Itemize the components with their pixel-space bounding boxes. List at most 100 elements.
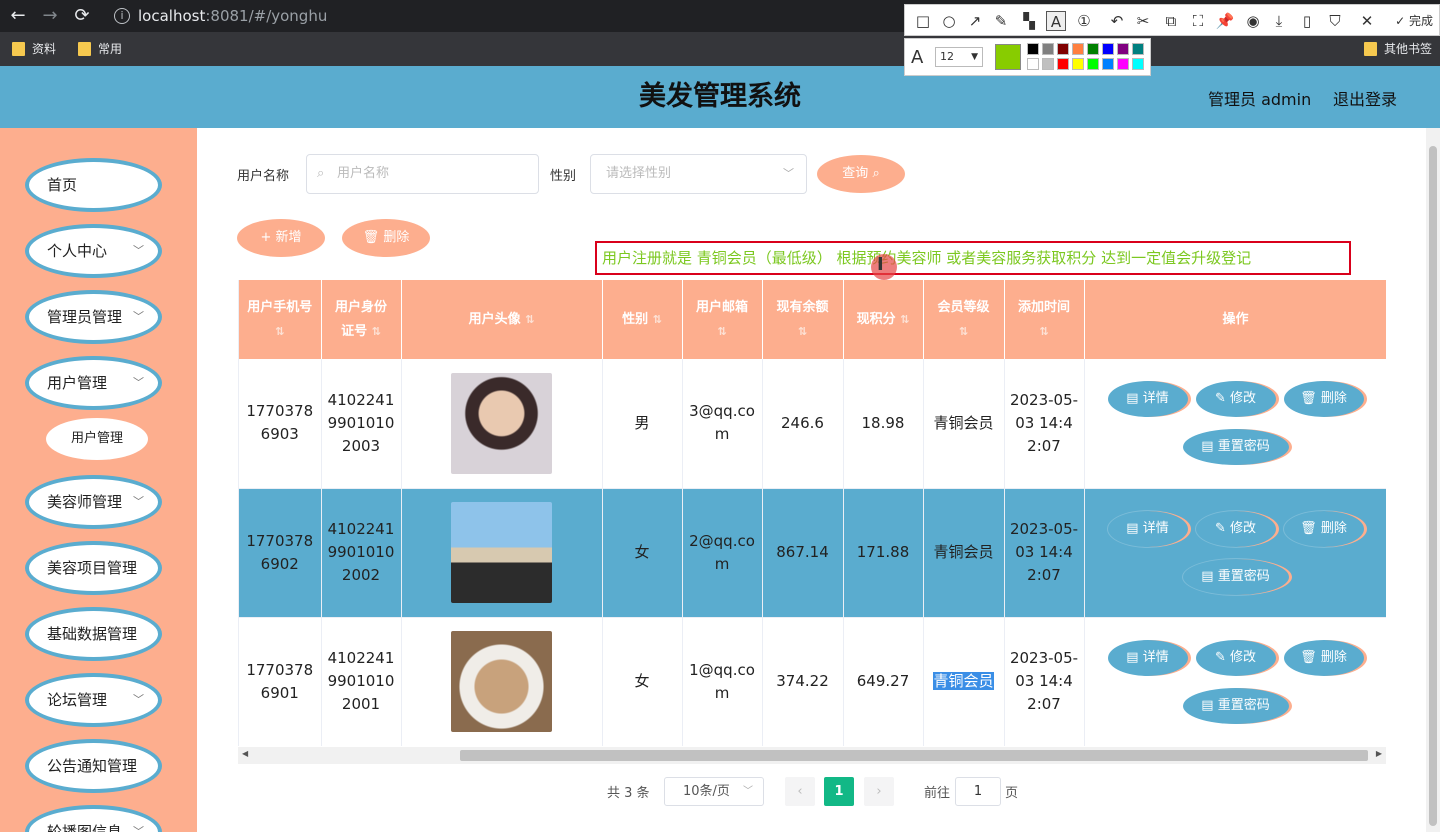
avatar[interactable]: [451, 502, 552, 603]
forward-icon[interactable]: →: [38, 4, 62, 28]
color-swatch[interactable]: [1072, 58, 1084, 70]
column-header[interactable]: 会员等级 ⇅: [923, 280, 1005, 359]
bookmark-icon[interactable]: ⛉: [1325, 11, 1345, 31]
site-info-icon[interactable]: i: [114, 8, 130, 24]
sidebar-item-notices[interactable]: 公告通知管理: [25, 739, 162, 793]
close-icon[interactable]: ✕: [1357, 11, 1377, 31]
delete-button[interactable]: 🗑 删除: [1283, 510, 1364, 547]
horizontal-scrollbar[interactable]: ◀ ▶: [238, 747, 1386, 764]
color-swatch[interactable]: [1132, 43, 1144, 55]
reset-password-button[interactable]: ▤ 重置密码: [1182, 429, 1289, 466]
delete-button[interactable]: 🗑 删除: [1283, 381, 1364, 418]
number-tool-icon[interactable]: ①: [1074, 11, 1094, 31]
sidebar-item-forum[interactable]: 论坛管理 ﹀: [25, 673, 162, 727]
color-swatch[interactable]: [1027, 43, 1039, 55]
reset-password-button[interactable]: ▤ 重置密码: [1182, 558, 1289, 595]
bookmark-folder[interactable]: 资料: [12, 40, 56, 58]
detail-button[interactable]: ▤ 详情: [1107, 510, 1188, 547]
add-button[interactable]: + 新增: [237, 219, 325, 257]
sort-icon[interactable]: ⇅: [275, 325, 284, 338]
record-icon[interactable]: ◉: [1243, 11, 1263, 31]
edit-button[interactable]: ✎ 修改: [1195, 381, 1276, 418]
color-swatch[interactable]: [1027, 58, 1039, 70]
color-swatch[interactable]: [1117, 58, 1129, 70]
color-swatch[interactable]: [1057, 43, 1069, 55]
ellipse-tool-icon[interactable]: ○: [939, 11, 959, 31]
sort-icon[interactable]: ⇅: [717, 325, 726, 338]
page-number-button[interactable]: 1: [824, 777, 854, 806]
edit-button[interactable]: ✎ 修改: [1195, 639, 1276, 676]
sort-icon[interactable]: ⇅: [959, 325, 968, 338]
cut-icon[interactable]: ✂: [1133, 11, 1153, 31]
sidebar-item-carousel[interactable]: 轮播图信息 ﹀: [25, 805, 162, 832]
color-swatch[interactable]: [1117, 43, 1129, 55]
color-swatch[interactable]: [1087, 58, 1099, 70]
color-swatch[interactable]: [1072, 43, 1084, 55]
pin-icon[interactable]: 📌: [1215, 11, 1235, 31]
sort-icon[interactable]: ⇅: [525, 313, 534, 326]
sidebar-item-stylists[interactable]: 美容师管理 ﹀: [25, 475, 162, 529]
logout-link[interactable]: 退出登录: [1333, 86, 1397, 110]
color-swatch[interactable]: [1042, 58, 1054, 70]
sidebar-item-admins[interactable]: 管理员管理 ﹀: [25, 290, 162, 344]
sidebar-subitem-users[interactable]: 用户管理: [46, 418, 148, 460]
delete-button[interactable]: 🗑 删除: [1283, 639, 1364, 676]
gender-select[interactable]: 请选择性别 ﹀: [590, 154, 807, 194]
username-search-input[interactable]: ⌕ 用户名称: [306, 154, 539, 194]
column-header[interactable]: 性别 ⇅: [602, 280, 683, 359]
vertical-scrollbar[interactable]: [1426, 128, 1440, 832]
reload-icon[interactable]: ⟳: [70, 4, 94, 28]
font-size-select[interactable]: 12 ▼: [935, 47, 983, 67]
fullscreen-icon[interactable]: ⛶: [1188, 11, 1208, 31]
sort-icon[interactable]: ⇅: [900, 313, 909, 326]
sidebar-item-profile[interactable]: 个人中心 ﹀: [25, 224, 162, 278]
color-swatch[interactable]: [1132, 58, 1144, 70]
sort-icon[interactable]: ⇅: [798, 325, 807, 338]
table-row[interactable]: 17703786902 410224199010102002 女 2@qq.co…: [239, 488, 1386, 618]
column-header[interactable]: 添加时间 ⇅: [1004, 280, 1085, 359]
table-row[interactable]: 17703786903 410224199010102003 男 3@qq.co…: [239, 359, 1386, 489]
column-header[interactable]: 用户身份证号 ⇅: [321, 280, 402, 359]
batch-delete-button[interactable]: 🗑 删除: [342, 219, 430, 257]
color-swatch[interactable]: [1057, 58, 1069, 70]
avatar[interactable]: [451, 631, 552, 732]
phone-icon[interactable]: ▯: [1297, 11, 1317, 31]
rectangle-tool-icon[interactable]: □: [913, 11, 933, 31]
sidebar-item-base-data[interactable]: 基础数据管理: [25, 607, 162, 661]
address-bar[interactable]: i localhost:8081/#/yonghu: [104, 3, 904, 29]
column-header[interactable]: 现有余额 ⇅: [762, 280, 844, 359]
column-header[interactable]: 用户邮箱 ⇅: [682, 280, 763, 359]
table-row[interactable]: 17703786901 410224199010102001 女 1@qq.co…: [239, 617, 1386, 746]
pen-tool-icon[interactable]: ✎: [991, 11, 1011, 31]
detail-button[interactable]: ▤ 详情: [1107, 381, 1188, 418]
column-header[interactable]: 用户头像 ⇅: [401, 280, 603, 359]
copy-icon[interactable]: ⧉: [1161, 11, 1181, 31]
prev-page-button[interactable]: ‹: [785, 777, 815, 806]
sidebar-item-beauty-projects[interactable]: 美容项目管理: [25, 541, 162, 595]
sidebar-item-users[interactable]: 用户管理 ﹀: [25, 356, 162, 410]
column-header[interactable]: 现积分 ⇅: [843, 280, 924, 359]
color-swatch[interactable]: [1102, 43, 1114, 55]
avatar[interactable]: [451, 372, 552, 474]
next-page-button[interactable]: ›: [864, 777, 894, 806]
mosaic-tool-icon[interactable]: ▚: [1019, 11, 1039, 31]
sort-icon[interactable]: ⇅: [653, 313, 662, 326]
color-swatch[interactable]: [1042, 43, 1054, 55]
scroll-left-icon[interactable]: ◀: [242, 749, 248, 758]
other-bookmarks[interactable]: 其他书签: [1364, 40, 1432, 58]
arrow-tool-icon[interactable]: ↗: [965, 11, 985, 31]
back-icon[interactable]: ←: [6, 4, 30, 28]
color-swatch[interactable]: [1087, 43, 1099, 55]
scroll-right-icon[interactable]: ▶: [1376, 749, 1382, 758]
undo-icon[interactable]: ↶: [1107, 11, 1127, 31]
scrollbar-thumb[interactable]: [1429, 146, 1437, 826]
download-icon[interactable]: ⤓: [1269, 11, 1289, 31]
query-button[interactable]: 查询 ⌕: [817, 155, 905, 193]
scrollbar-thumb[interactable]: [460, 750, 1368, 761]
bookmark-folder[interactable]: 常用: [78, 40, 122, 58]
edit-button[interactable]: ✎ 修改: [1195, 510, 1276, 547]
goto-page-input[interactable]: 1: [955, 777, 1001, 806]
detail-button[interactable]: ▤ 详情: [1107, 639, 1188, 676]
color-swatch[interactable]: [1102, 58, 1114, 70]
sidebar-item-home[interactable]: 首页: [25, 158, 162, 212]
